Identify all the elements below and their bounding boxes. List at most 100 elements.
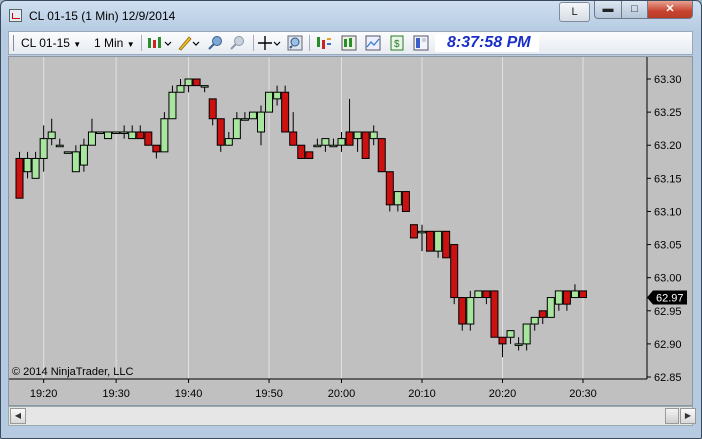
price-tick-label: 63.30 (654, 74, 682, 86)
copyright-text: © 2014 NinjaTrader, LLC (12, 366, 133, 378)
candle-body (490, 290, 499, 338)
candle-body (136, 131, 145, 140)
chart-panel[interactable]: 63.30 63.25 63.20 63.15 63.10 63.05 63.00 62.95… (8, 56, 693, 406)
candle (409, 224, 418, 239)
horizontal-scrollbar[interactable]: ◀ ▶ (8, 406, 696, 426)
candle-body (442, 230, 451, 259)
candle-body (55, 144, 64, 148)
magnify-icon[interactable] (287, 35, 303, 51)
zoom-in-icon[interactable] (207, 35, 223, 51)
title-bar[interactable]: CL 01-15 (1 Min) 12/9/2014 L ▬ □ ✕ (1, 1, 701, 31)
time-tick-label: 20:30 (569, 388, 597, 400)
candle-body (216, 118, 225, 146)
chart-trader-icon[interactable] (413, 35, 429, 51)
candle-body (434, 230, 443, 252)
candle-body (128, 131, 137, 140)
scroll-thumb[interactable] (665, 408, 679, 424)
crosshair-icon[interactable] (258, 35, 282, 51)
scroll-left-arrow-icon[interactable]: ◀ (10, 408, 26, 424)
price-tick-label: 63.10 (654, 206, 682, 218)
candle-body (71, 151, 80, 173)
time-tick-label: 20:20 (489, 388, 517, 400)
candle-body (224, 138, 233, 146)
candle-body (385, 171, 394, 206)
candle-body (96, 131, 104, 134)
price-tick-label: 62.95 (654, 306, 682, 318)
candle-body (313, 144, 322, 148)
zoom-out-icon[interactable] (229, 35, 245, 51)
price-tick-label: 62.85 (654, 372, 682, 384)
candle (297, 144, 306, 159)
candle (546, 297, 555, 318)
candlestick-chart[interactable]: 63.30 63.25 63.20 63.15 63.10 63.05 63.00 62.95… (9, 57, 692, 405)
time-tick-label: 20:00 (328, 388, 356, 400)
candle-body (474, 290, 483, 299)
candle-body (393, 191, 402, 206)
toolbar-separator (309, 35, 310, 51)
price-tick-label: 63.15 (654, 173, 682, 185)
candle (450, 244, 459, 305)
candle-body (104, 131, 113, 140)
chart-window: CL 01-15 (1 Min) 12/9/2014 L ▬ □ ✕ CL 01… (0, 0, 702, 439)
candlestick-style-icon[interactable] (147, 35, 173, 51)
candle-body (120, 131, 129, 134)
chevron-down-icon: ▼ (73, 40, 82, 49)
candle-body (554, 290, 563, 305)
price-tick-label: 62.90 (654, 339, 682, 351)
candle (377, 138, 386, 173)
strategies-icon[interactable] (341, 35, 357, 51)
instrument-label: CL 01-15 (21, 36, 70, 50)
toolbar-separator (253, 35, 254, 51)
indicators-icon[interactable] (316, 35, 332, 51)
price-tick-label: 63.25 (654, 107, 682, 119)
candle (305, 151, 314, 159)
candle-body (522, 323, 531, 345)
candle-body (458, 297, 467, 325)
data-box-icon[interactable]: $ (389, 35, 405, 51)
last-price-label: 62.97 (656, 293, 684, 305)
interval-selector[interactable]: 1 Min ▼ (94, 35, 135, 51)
scroll-right-arrow-icon[interactable]: ▶ (680, 408, 696, 424)
maximize-button[interactable]: □ (621, 1, 648, 19)
candle-body (23, 157, 32, 173)
close-button[interactable]: ✕ (647, 1, 693, 19)
candle-body (514, 343, 523, 346)
chart-app-icon[interactable] (9, 9, 22, 22)
candle (490, 290, 499, 338)
candle-body (192, 78, 201, 87)
candle-body (200, 85, 209, 88)
candle-body (538, 310, 547, 318)
draw-pencil-icon[interactable] (177, 35, 201, 51)
time-tick-label: 19:40 (175, 388, 203, 400)
candle (104, 131, 113, 140)
candle-body (361, 131, 370, 159)
candle-body (329, 144, 338, 148)
candle-body (168, 91, 177, 120)
price-tick-label: 63.05 (654, 240, 682, 252)
time-tick-label: 19:50 (255, 388, 283, 400)
chart-properties-icon[interactable] (365, 35, 381, 51)
chart-toolbar: CL 01-15 ▼ 1 Min ▼ $ 8:37:58 PM (8, 31, 693, 55)
link-button[interactable]: L (559, 2, 590, 22)
window-title: CL 01-15 (1 Min) 12/9/2014 (29, 9, 176, 23)
candle-body (409, 224, 418, 239)
instrument-selector[interactable]: CL 01-15 ▼ (21, 35, 81, 51)
candle (15, 151, 24, 199)
candle (63, 151, 72, 154)
toolbar-grip (13, 35, 14, 51)
time-tick-label: 20:10 (408, 388, 436, 400)
candle-body (345, 131, 354, 146)
candle-body (160, 118, 169, 153)
price-tick-label: 63.00 (654, 273, 682, 285)
candle-body (257, 111, 265, 133)
candle-body (305, 151, 314, 159)
plot-area (9, 57, 647, 379)
candle-body (506, 330, 515, 338)
candle-body (281, 91, 290, 133)
candle-body (369, 131, 378, 140)
candle-body (232, 118, 241, 140)
time-tick-label: 19:20 (30, 388, 58, 400)
candle-body (570, 290, 579, 299)
minimize-button[interactable]: ▬ (594, 1, 622, 19)
candle-body (401, 191, 410, 212)
